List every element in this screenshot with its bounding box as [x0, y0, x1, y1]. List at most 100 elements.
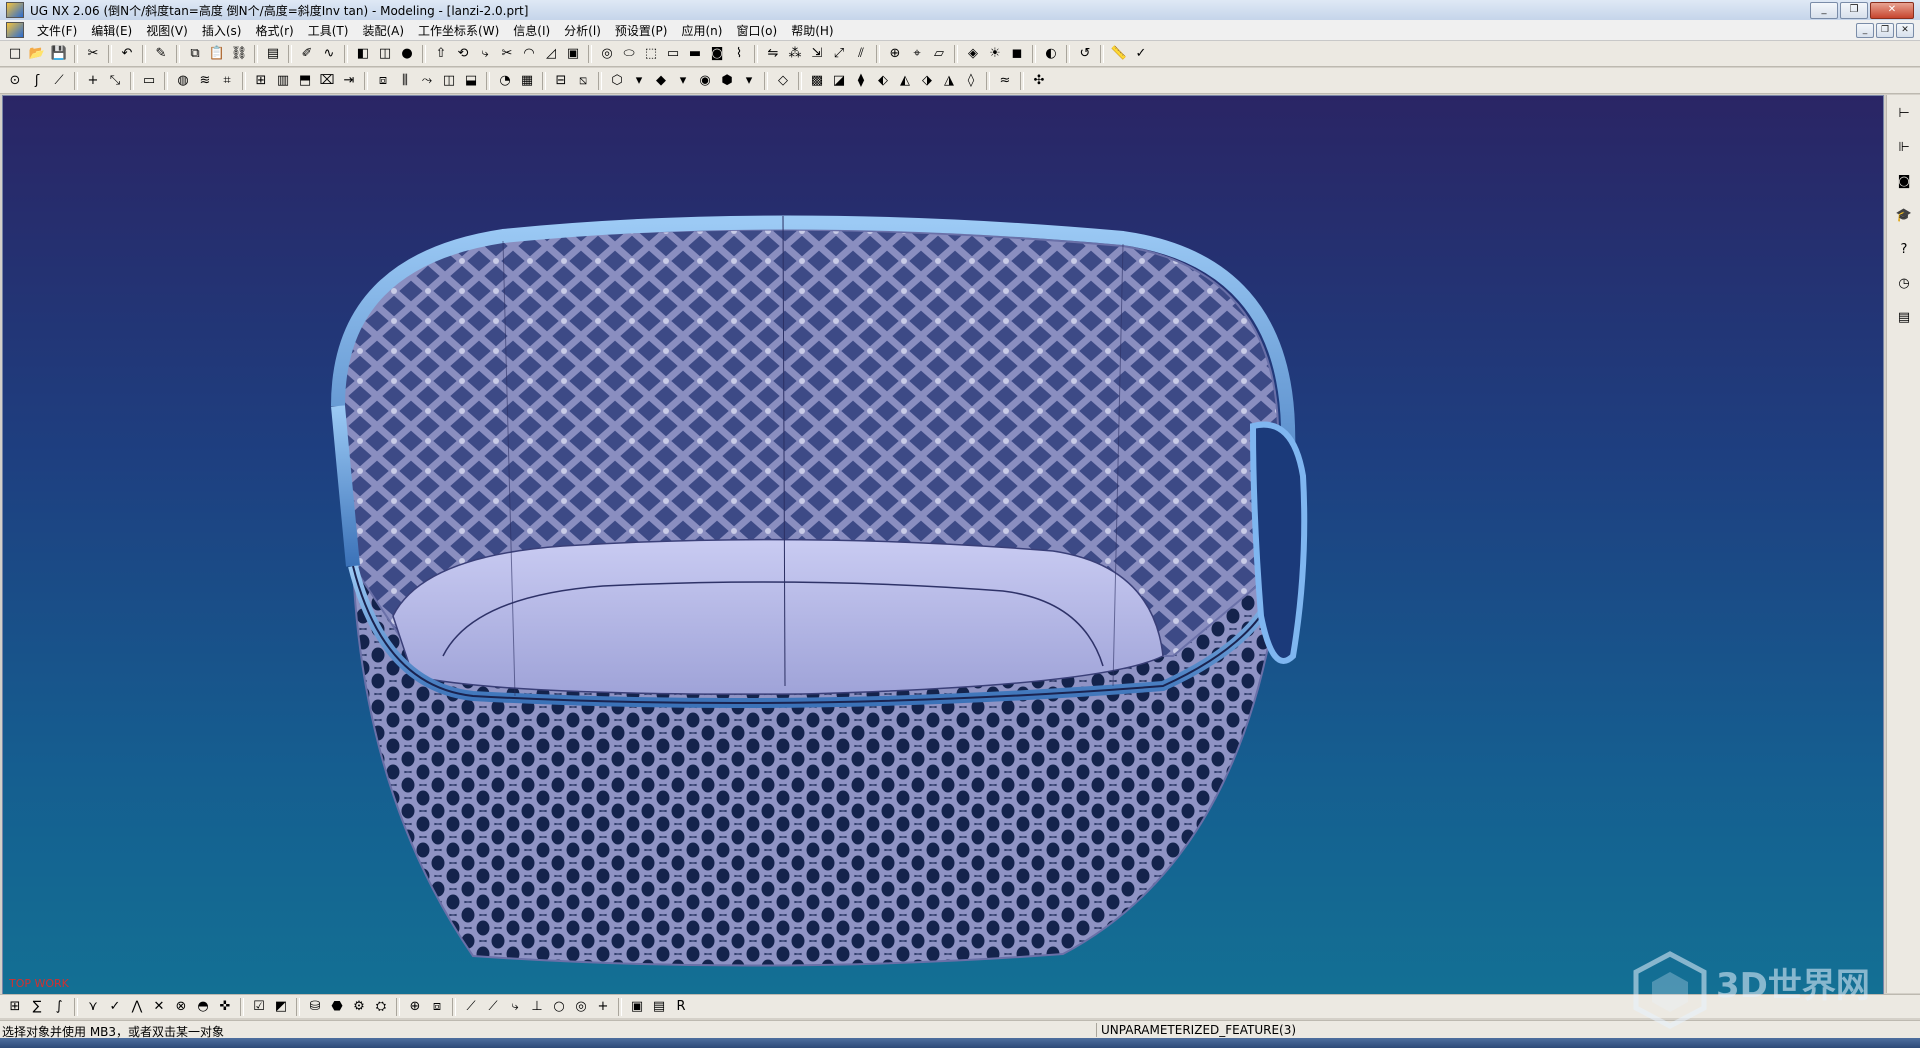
menu-tools[interactable]: 工具(T): [301, 22, 356, 39]
menu-view[interactable]: 视图(V): [139, 22, 195, 39]
view-iso-icon[interactable]: ⬢: [717, 71, 737, 91]
plus-icon[interactable]: +: [83, 71, 103, 91]
offset-face-icon[interactable]: ⬓: [461, 71, 481, 91]
scale-icon[interactable]: ⤢: [829, 44, 849, 64]
new-icon[interactable]: □: [5, 44, 25, 64]
trim-icon[interactable]: ✂: [497, 44, 517, 64]
menu-insert[interactable]: 插入(s): [195, 22, 249, 39]
thicken-icon[interactable]: ⬒: [295, 71, 315, 91]
rectangle-icon[interactable]: ▭: [139, 71, 159, 91]
ruled-icon[interactable]: ⧈: [373, 71, 393, 91]
feature-icon[interactable]: ⚙: [349, 997, 369, 1017]
slot-icon[interactable]: ▬: [685, 44, 705, 64]
deform-icon[interactable]: ⬗: [917, 71, 937, 91]
extend-icon[interactable]: ⇥: [339, 71, 359, 91]
history-icon[interactable]: ◙: [1894, 171, 1914, 191]
line-icon[interactable]: ⟋: [49, 71, 69, 91]
sphere-icon[interactable]: ●: [397, 44, 417, 64]
layer-icon[interactable]: ▤: [263, 44, 283, 64]
sew-icon[interactable]: ⊞: [251, 71, 271, 91]
menu-information[interactable]: 信息(I): [506, 22, 557, 39]
warp-icon[interactable]: ◮: [939, 71, 959, 91]
circle-icon[interactable]: ○: [549, 997, 569, 1017]
chamfer-icon[interactable]: ◿: [541, 44, 561, 64]
open-icon[interactable]: 📂: [27, 44, 47, 64]
component-icon[interactable]: ⛭: [371, 997, 391, 1017]
undo-icon[interactable]: ↶: [117, 44, 137, 64]
plane-icon[interactable]: ▱: [929, 44, 949, 64]
blend-face-icon[interactable]: ◔: [495, 71, 515, 91]
doc-restore-button[interactable]: ❐: [1876, 23, 1894, 38]
swept-icon[interactable]: ⤳: [417, 71, 437, 91]
basket-model[interactable]: [3, 96, 1883, 994]
undo-feature-icon[interactable]: ↺: [1075, 44, 1095, 64]
trim-sheet-icon[interactable]: ⌧: [317, 71, 337, 91]
edit-icon[interactable]: ✎: [151, 44, 171, 64]
curve-icon[interactable]: ∿: [319, 44, 339, 64]
image-icon[interactable]: ▣: [627, 997, 647, 1017]
render-icon[interactable]: ◈: [963, 44, 983, 64]
existing-point-icon[interactable]: ✜: [215, 997, 235, 1017]
blend-icon[interactable]: ◠: [519, 44, 539, 64]
center-icon[interactable]: ⊗: [171, 997, 191, 1017]
datum-icon[interactable]: ⊕: [885, 44, 905, 64]
snap-active-icon[interactable]: ⧈: [427, 997, 447, 1017]
form-icon[interactable]: ▩: [807, 71, 827, 91]
minimize-button[interactable]: _: [1810, 2, 1838, 19]
view-cube-icon[interactable]: ⬡: [607, 71, 627, 91]
report-icon[interactable]: ▤: [1894, 307, 1914, 327]
menu-wcs[interactable]: 工作坐标系(W): [411, 22, 506, 39]
cylinder-icon[interactable]: ◫: [375, 44, 395, 64]
restore-button[interactable]: ❐: [1840, 2, 1868, 19]
bridge-icon[interactable]: ≋: [195, 71, 215, 91]
snap-curve-icon[interactable]: ∑: [27, 997, 47, 1017]
pattern-icon[interactable]: ⁂: [785, 44, 805, 64]
doc-close-button[interactable]: ✕: [1896, 23, 1914, 38]
menu-analysis[interactable]: 分析(l): [557, 22, 608, 39]
menu-application[interactable]: 应用(n): [674, 22, 729, 39]
midpoint-icon[interactable]: ✓: [105, 997, 125, 1017]
point-icon[interactable]: ⊙: [5, 71, 25, 91]
line-snap-icon[interactable]: ⟋: [461, 997, 481, 1017]
body-icon[interactable]: ⬣: [327, 997, 347, 1017]
global-shape-icon[interactable]: ◭: [895, 71, 915, 91]
doc-minimize-button[interactable]: _: [1856, 23, 1874, 38]
menu-help[interactable]: 帮助(H): [784, 22, 840, 39]
revolve-icon[interactable]: ⟲: [453, 44, 473, 64]
select-face-icon[interactable]: ◩: [271, 997, 291, 1017]
graphics-viewport[interactable]: TOP WORK: [2, 95, 1884, 995]
document-icon[interactable]: [6, 22, 24, 38]
link-icon[interactable]: ⛓: [229, 44, 249, 64]
boss-icon[interactable]: ⬭: [619, 44, 639, 64]
assembly-navigator-icon[interactable]: ⊢: [1894, 103, 1914, 123]
section-icon[interactable]: ◫: [439, 71, 459, 91]
dropdown-icon[interactable]: ▾: [629, 71, 649, 91]
csys-icon[interactable]: ⌖: [907, 44, 927, 64]
paste-icon[interactable]: 📋: [207, 44, 227, 64]
spline-icon[interactable]: ʃ: [27, 71, 47, 91]
shell-icon[interactable]: ▣: [563, 44, 583, 64]
offset-icon[interactable]: ⇲: [807, 44, 827, 64]
analyze-icon[interactable]: ✓: [1131, 44, 1151, 64]
curve-snap-icon[interactable]: ⤷: [505, 997, 525, 1017]
hide-icon[interactable]: ◐: [1041, 44, 1061, 64]
fit-icon[interactable]: ⧫: [851, 71, 871, 91]
intersection-icon[interactable]: ✕: [149, 997, 169, 1017]
r-icon[interactable]: R: [671, 997, 691, 1017]
arrows-icon[interactable]: ⤡: [105, 71, 125, 91]
endpoint-icon[interactable]: ⋎: [83, 997, 103, 1017]
block-icon[interactable]: ◧: [353, 44, 373, 64]
split-icon[interactable]: ⫽: [851, 44, 871, 64]
curve-mesh-icon[interactable]: ⌗: [217, 71, 237, 91]
quilt-icon[interactable]: ▦: [517, 71, 537, 91]
menu-file[interactable]: 文件(F): [30, 22, 84, 39]
sketch-icon[interactable]: ✐: [297, 44, 317, 64]
measure-icon[interactable]: 📏: [1109, 44, 1129, 64]
section-view-icon[interactable]: ⊟: [551, 71, 571, 91]
mirror-icon[interactable]: ⇋: [763, 44, 783, 64]
plane-cut-icon[interactable]: ⧅: [573, 71, 593, 91]
through-curves-icon[interactable]: ⫼: [395, 71, 415, 91]
dropdown-icon[interactable]: ▾: [673, 71, 693, 91]
analysis-icon[interactable]: ✣: [1029, 71, 1049, 91]
clock-icon[interactable]: ◷: [1894, 273, 1914, 293]
